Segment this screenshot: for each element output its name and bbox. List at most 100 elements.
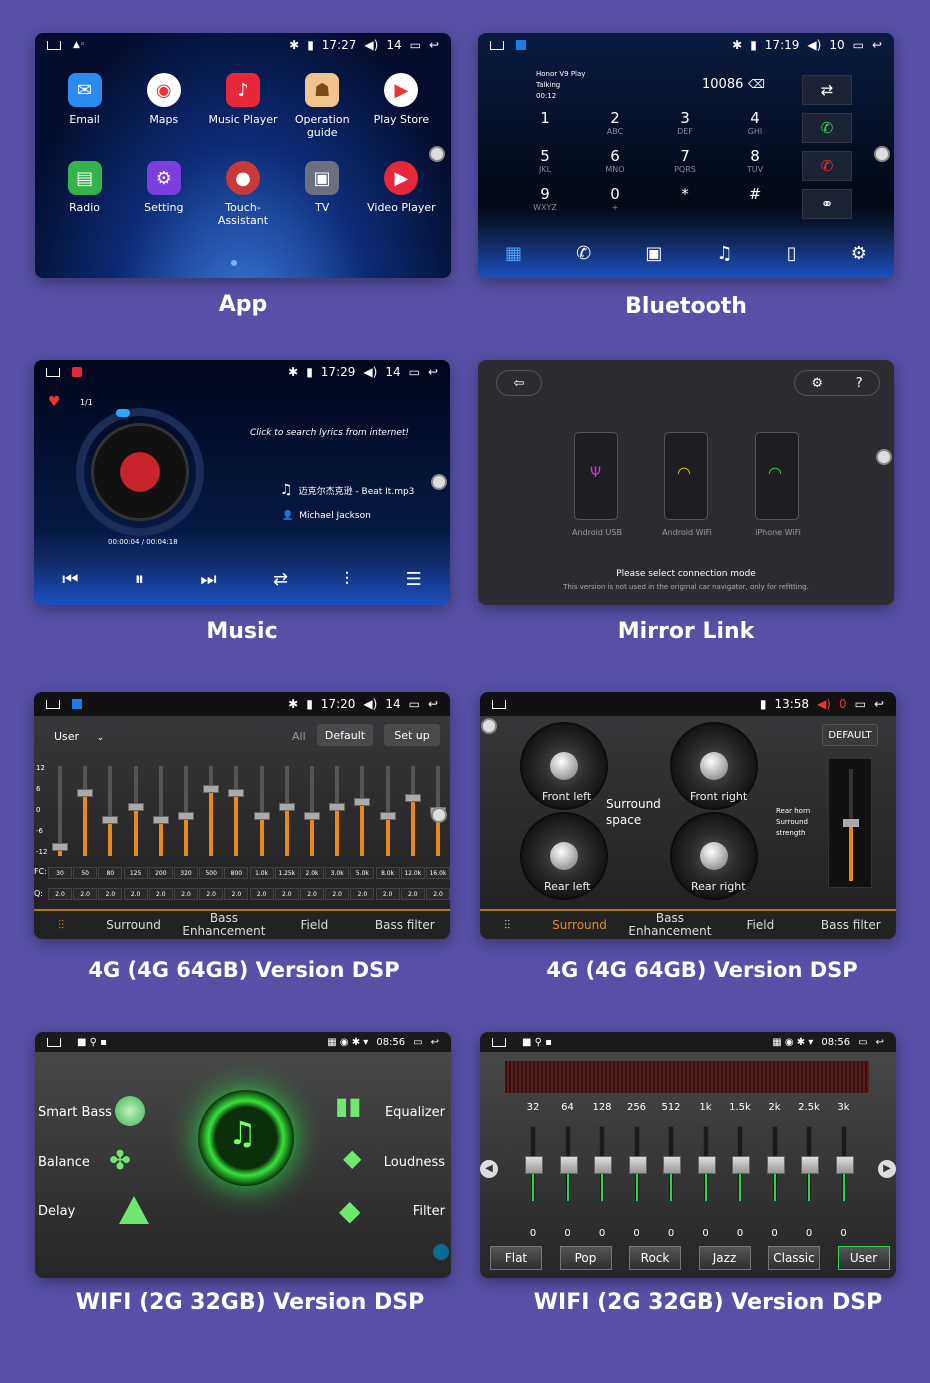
q-label[interactable]: 2.0 [73, 888, 98, 900]
app-operation-guide[interactable]: ☗ Operation guide [283, 73, 362, 139]
q-label[interactable]: 2.0 [174, 888, 198, 900]
backspace-icon[interactable]: ⌫ [748, 77, 765, 91]
home-icon[interactable] [46, 699, 60, 709]
preset-select[interactable]: User ⌄ [54, 730, 104, 743]
q-label[interactable]: 2.0 [249, 888, 274, 900]
freq-label[interactable]: 16.0k [426, 867, 450, 879]
key-9[interactable]: 0 + [580, 187, 650, 215]
q-label[interactable]: 2.0 [325, 888, 350, 900]
eq-slider[interactable] [835, 1126, 854, 1202]
bt-music-icon[interactable]: ♫ [717, 243, 733, 264]
menu-smart-bass[interactable]: Smart Bass [38, 1105, 112, 1120]
eq-slider[interactable] [404, 766, 421, 856]
tab-bass-filter[interactable]: Bass filter [360, 911, 450, 939]
contacts-icon[interactable]: ▣ [645, 243, 662, 264]
back-icon[interactable]: ↩ [872, 38, 882, 52]
eq-slider[interactable] [253, 766, 270, 856]
eq-slider[interactable] [329, 766, 346, 856]
call-log-icon[interactable]: ✆ [576, 243, 591, 264]
link-button[interactable]: ⚭ [802, 189, 852, 219]
menu-balance[interactable]: Balance [38, 1155, 90, 1170]
preset-button-rock[interactable]: Rock [629, 1246, 681, 1270]
home-icon[interactable] [47, 40, 61, 50]
app-maps[interactable]: ◉ Maps [124, 73, 203, 139]
q-label[interactable]: 2.0 [48, 888, 72, 900]
assist-touch-button[interactable] [431, 474, 447, 490]
freq-label[interactable]: 500 [199, 867, 224, 879]
freq-label[interactable]: 12.0k [400, 867, 425, 879]
assist-touch-button[interactable] [481, 718, 497, 734]
eq-slider[interactable] [766, 1126, 785, 1202]
dialpad-icon[interactable]: ▦ [505, 243, 522, 264]
preset-button-flat[interactable]: Flat [490, 1246, 542, 1270]
freq-label[interactable]: 1.0k [249, 867, 274, 879]
freq-label[interactable]: 320 [174, 867, 198, 879]
default-button[interactable]: DEFAULT [822, 724, 878, 746]
tab-surround[interactable]: Surround [88, 911, 178, 939]
eq-slider[interactable] [628, 1126, 647, 1202]
iphone-wifi-option[interactable]: ◠ [755, 432, 799, 520]
assist-touch-button[interactable] [433, 1244, 449, 1260]
q-label[interactable]: 2.0 [426, 888, 450, 900]
key-1[interactable]: 2 ABC [580, 111, 650, 139]
recent-apps-icon[interactable]: ▭ [855, 697, 866, 711]
eq-slider[interactable] [697, 1126, 716, 1202]
menu-equalizer[interactable]: Equalizer [385, 1105, 445, 1120]
key-3[interactable]: 4 GHI [720, 111, 790, 139]
exit-button[interactable]: ⇦ [496, 370, 542, 396]
preset-button-jazz[interactable]: Jazz [698, 1246, 751, 1270]
home-icon[interactable] [492, 699, 506, 709]
assist-touch-button[interactable] [429, 146, 445, 162]
pause-icon[interactable]: ⏸ [135, 569, 144, 590]
hang-up-button[interactable]: ✆ [802, 151, 852, 181]
freq-label[interactable]: 800 [224, 867, 249, 879]
eq-slider[interactable] [278, 766, 295, 856]
freq-label[interactable]: 2.0k [300, 867, 324, 879]
preset-button-classic[interactable]: Classic [768, 1246, 820, 1270]
freq-label[interactable]: 3.0k [325, 867, 350, 879]
app-music-player[interactable]: ♪ Music Player [203, 73, 282, 139]
assist-touch-button[interactable] [876, 449, 892, 465]
q-label[interactable]: 2.0 [400, 888, 425, 900]
scroll-right-button[interactable]: ▶ [878, 1160, 896, 1178]
menu-loudness[interactable]: Loudness [384, 1155, 445, 1170]
favorite-heart-icon[interactable]: ♥ [48, 394, 61, 410]
playlist-icon[interactable]: ☰ [406, 569, 422, 590]
freq-label[interactable]: 50 [73, 867, 98, 879]
app-touch-assistant[interactable]: ● Touch-Assistant [203, 161, 282, 227]
freq-label[interactable]: 200 [148, 867, 173, 879]
eq-slider[interactable] [127, 766, 144, 856]
assist-touch-button[interactable] [874, 146, 890, 162]
tab-bass-filter[interactable]: Bass filter [806, 911, 896, 939]
back-icon[interactable]: ↩ [428, 365, 438, 379]
assist-touch-button[interactable] [431, 807, 447, 823]
q-label[interactable]: 2.0 [224, 888, 249, 900]
eq-slider[interactable] [801, 1126, 819, 1202]
eq-slider[interactable] [152, 766, 169, 856]
eq-slider[interactable] [663, 1126, 681, 1202]
key-0[interactable]: 1 [510, 111, 580, 139]
recent-apps-icon[interactable]: ▭ [409, 365, 420, 379]
back-icon[interactable]: ↩ [428, 697, 438, 711]
tab-field[interactable]: Field [715, 911, 805, 939]
eq-slider[interactable] [559, 1126, 578, 1202]
tab-bass-enhancement[interactable]: Bass Enhancement [179, 911, 269, 939]
eq-slider[interactable] [178, 766, 194, 856]
eq-slider[interactable] [379, 766, 396, 856]
q-label[interactable]: 2.0 [375, 888, 400, 900]
tab-surround[interactable]: Surround [534, 911, 624, 939]
recent-apps-icon[interactable]: ▭ [853, 38, 864, 52]
android-wifi-option[interactable]: ◠ [664, 432, 708, 520]
equalizer-icon[interactable]: ⫶ [345, 569, 350, 590]
android-usb-option[interactable]: Ψ [574, 432, 618, 520]
eq-slider[interactable] [594, 1126, 612, 1202]
all-button[interactable]: All [292, 730, 306, 743]
gear-icon[interactable]: ⚙ [811, 376, 823, 391]
freq-label[interactable]: 125 [123, 867, 148, 879]
home-icon[interactable] [490, 40, 504, 50]
home-icon[interactable] [492, 1037, 506, 1047]
eq-slider[interactable] [102, 766, 119, 856]
key-4[interactable]: 5 JKL [510, 149, 580, 177]
app-play-store[interactable]: ▶ Play Store [362, 73, 441, 139]
q-label[interactable]: 2.0 [148, 888, 173, 900]
